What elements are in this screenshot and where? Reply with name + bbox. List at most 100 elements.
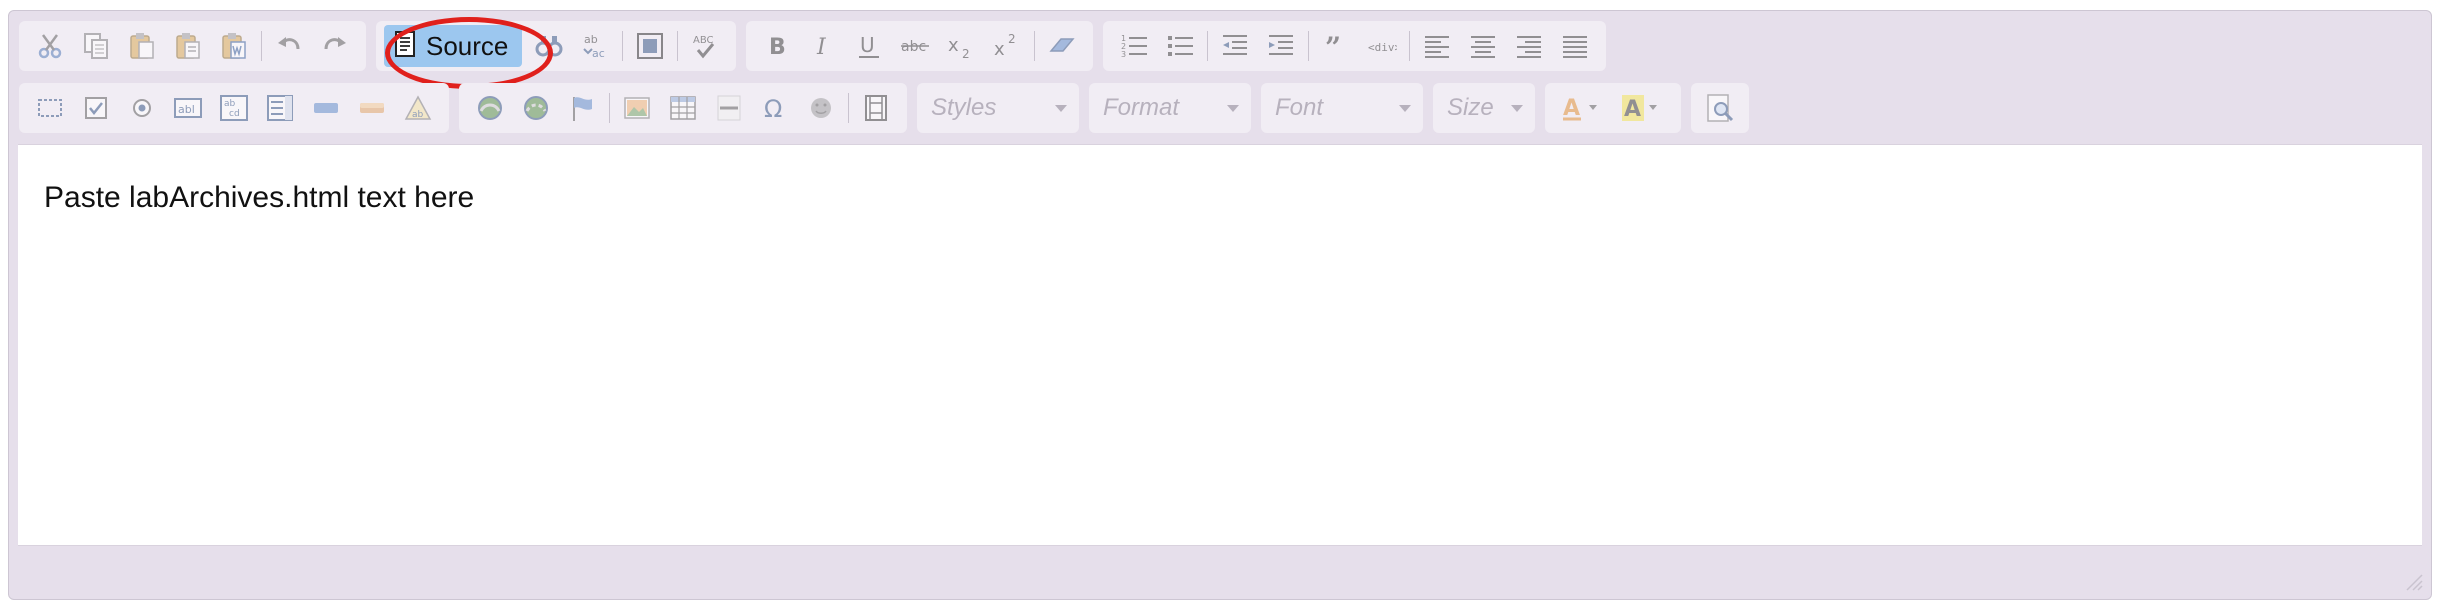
svg-text:ab: ab [224, 99, 236, 109]
increase-indent-icon[interactable] [1258, 24, 1304, 68]
create-div-icon[interactable]: <div> [1359, 24, 1405, 68]
insert-group: Ω [459, 83, 907, 133]
basic-styles-group: B I U abc x2 x2 [746, 21, 1094, 71]
anchor-icon[interactable] [559, 86, 605, 130]
toolbar-separator [609, 93, 610, 123]
special-char-icon[interactable]: Ω [752, 86, 798, 130]
unlink-icon[interactable] [513, 86, 559, 130]
redo-icon[interactable] [312, 24, 358, 68]
svg-text:2: 2 [962, 47, 970, 61]
bulleted-list-icon[interactable] [1157, 24, 1203, 68]
iframe-icon[interactable] [853, 86, 899, 130]
subscript-icon[interactable]: x2 [938, 24, 984, 68]
font-combo-value: Font [1275, 94, 1324, 121]
copy-icon[interactable] [73, 24, 119, 68]
checkbox-icon[interactable] [73, 86, 119, 130]
text-field-icon[interactable]: abl [165, 86, 211, 130]
blockquote-icon[interactable]: ” [1313, 24, 1359, 68]
smiley-icon[interactable] [798, 86, 844, 130]
link-icon[interactable] [467, 86, 513, 130]
bold-icon[interactable]: B [754, 24, 800, 68]
select-all-icon[interactable] [627, 24, 673, 68]
svg-text:A: A [1624, 97, 1641, 122]
underline-icon[interactable]: U [846, 24, 892, 68]
svg-text:3: 3 [1121, 50, 1126, 59]
content-text: Paste labArchives.html text here [44, 181, 475, 214]
chevron-down-icon [1399, 104, 1411, 112]
remove-format-icon[interactable] [1039, 24, 1085, 68]
button-icon[interactable] [303, 86, 349, 130]
table-icon[interactable] [660, 86, 706, 130]
preview-icon[interactable] [1697, 86, 1743, 130]
toolbar-separator [1308, 31, 1310, 61]
strikethrough-icon[interactable]: abc [892, 24, 938, 68]
toolbar-separator [677, 31, 679, 61]
justify-icon[interactable] [1552, 24, 1598, 68]
image-icon[interactable] [614, 86, 660, 130]
toolbar-separator [1207, 31, 1209, 61]
paste-icon[interactable] [119, 24, 165, 68]
styles-combo[interactable]: Styles [917, 83, 1079, 133]
select-icon[interactable] [257, 86, 303, 130]
textarea-icon[interactable]: ab cd [211, 86, 257, 130]
format-combo-value: Format [1103, 94, 1180, 121]
forms-group: abl ab cd ab [19, 83, 449, 133]
spellcheck-icon[interactable]: ABC [682, 24, 728, 68]
align-right-icon[interactable] [1506, 24, 1552, 68]
svg-text:U: U [860, 33, 875, 57]
svg-text:I: I [816, 35, 827, 60]
image-button-icon[interactable] [349, 86, 395, 130]
source-button[interactable]: Source [384, 25, 523, 67]
chevron-down-icon [1227, 104, 1239, 112]
size-combo-value: Size [1447, 94, 1494, 121]
colors-group: A A [1545, 83, 1681, 133]
format-combo[interactable]: Format [1089, 83, 1251, 133]
hidden-field-icon[interactable]: ab [395, 86, 441, 130]
toolbar-separator [1409, 31, 1411, 61]
decrease-indent-icon[interactable] [1212, 24, 1258, 68]
svg-text:abc: abc [901, 39, 926, 55]
undo-icon[interactable] [266, 24, 312, 68]
toolbar-separator [261, 31, 262, 61]
svg-text:Ω: Ω [764, 95, 782, 123]
styles-combo-value: Styles [931, 94, 997, 121]
paste-from-word-icon[interactable] [211, 24, 257, 68]
resize-handle-icon[interactable] [2403, 571, 2423, 591]
toolbar-separator [1034, 31, 1036, 61]
cut-icon[interactable] [27, 24, 73, 68]
radio-icon[interactable] [119, 86, 165, 130]
superscript-icon[interactable]: x2 [984, 24, 1030, 68]
font-combo[interactable]: Font [1261, 83, 1423, 133]
toolbar-separator [848, 93, 849, 123]
tools-group [1691, 83, 1749, 133]
clipboard-group [19, 21, 366, 71]
text-color-icon[interactable]: A [1553, 86, 1613, 130]
background-color-icon[interactable]: A [1613, 86, 1673, 130]
toolbar-separator [622, 31, 624, 61]
align-left-icon[interactable] [1414, 24, 1460, 68]
align-center-icon[interactable] [1460, 24, 1506, 68]
svg-text:”: ” [1325, 31, 1341, 61]
document-group: Source ab ac ABC [376, 21, 737, 71]
svg-text:ab: ab [584, 33, 598, 46]
find-icon[interactable] [526, 24, 572, 68]
source-button-label: Source [426, 30, 509, 61]
editor-content-area[interactable]: Paste labArchives.html text here [18, 144, 2422, 546]
chevron-down-icon [1511, 104, 1523, 112]
replace-icon[interactable]: ab ac [572, 24, 618, 68]
svg-text:2: 2 [1008, 32, 1016, 46]
svg-text:<div>: <div> [1368, 41, 1397, 54]
svg-text:abl: abl [178, 103, 195, 116]
italic-icon[interactable]: I [800, 24, 846, 68]
svg-text:ab: ab [412, 110, 424, 120]
size-combo[interactable]: Size [1433, 83, 1535, 133]
form-icon[interactable] [27, 86, 73, 130]
svg-text:x: x [948, 35, 959, 56]
toolbar-row-1: Source ab ac ABC B I U abc x 2 x 2 1 2 3… [19, 21, 1616, 71]
numbered-list-icon[interactable]: 123 [1111, 24, 1157, 68]
paste-text-icon[interactable] [165, 24, 211, 68]
chevron-down-icon [1055, 104, 1067, 112]
svg-text:ABC: ABC [693, 35, 714, 46]
horizontal-rule-icon[interactable] [706, 86, 752, 130]
svg-text:B: B [769, 35, 786, 60]
